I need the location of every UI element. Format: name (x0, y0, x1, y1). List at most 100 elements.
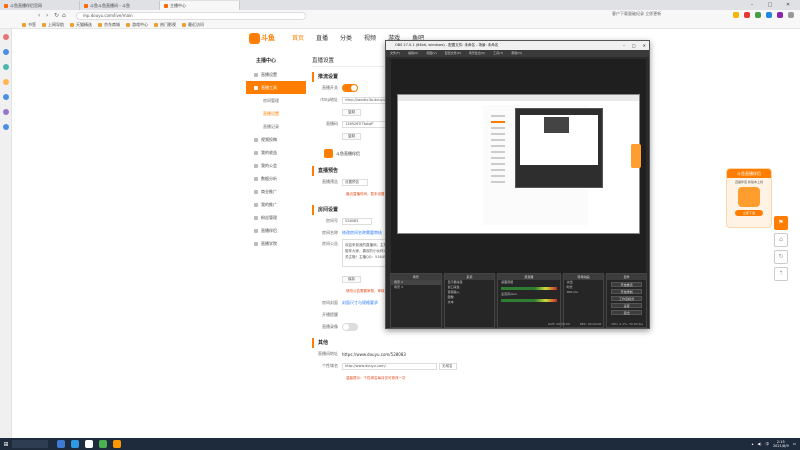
sidebar-item[interactable]: 我的收益 (246, 146, 306, 159)
bookmark[interactable]: 热门影视 (154, 22, 176, 28)
copy-code-button[interactable]: 复制 (342, 132, 361, 140)
app-icon[interactable] (113, 440, 121, 448)
forward-icon[interactable]: › (46, 12, 54, 19)
bookmark-icon (126, 22, 130, 27)
sidebar-item[interactable]: 直播工具 (246, 81, 306, 94)
nav-home[interactable]: 首页 (292, 33, 304, 42)
obs-menu-item[interactable]: 文件(F) (390, 50, 400, 57)
sidebar-item[interactable]: 我的公会 (246, 159, 306, 172)
floating-ad[interactable]: 斗鱼直播伴侣 直播伴侣 新版本上线 立即下载 (726, 168, 772, 228)
menu-icon[interactable] (788, 12, 794, 18)
extension-icon[interactable] (766, 12, 772, 18)
obs-menu-item[interactable]: 编辑(E) (408, 50, 418, 57)
studio-mode-button[interactable]: 工作室模式 (611, 296, 642, 301)
scene-item[interactable]: 场景 3 (391, 285, 441, 290)
start-recording-button[interactable]: 开始录制 (611, 289, 642, 294)
exit-button[interactable]: 退出 (611, 310, 642, 315)
minimize-icon[interactable]: – (623, 41, 625, 50)
rail-icon[interactable] (2, 79, 9, 85)
extension-icon[interactable] (755, 12, 761, 18)
obs-menu-item[interactable]: 配置文件(P) (445, 50, 461, 57)
obs-menu-item[interactable]: 帮助(H) (511, 50, 522, 57)
network-icon[interactable]: ▴ (752, 442, 754, 446)
sidebar-item[interactable]: 视频投稿 (246, 133, 306, 146)
input-lang[interactable]: 中 (765, 442, 769, 447)
preview-button[interactable]: 设置预告 (342, 178, 368, 186)
nav-live[interactable]: 直播 (316, 33, 328, 42)
sidebar-item[interactable]: 商业推广 (246, 185, 306, 198)
browser-icon[interactable] (71, 440, 79, 448)
extension-icon[interactable] (744, 12, 750, 18)
home-icon[interactable]: ⌂ (774, 233, 788, 247)
rail-icon[interactable] (2, 64, 9, 70)
refresh-icon[interactable]: ↻ (774, 250, 788, 264)
taskbar-search[interactable] (12, 440, 48, 448)
record-toggle[interactable] (342, 323, 358, 331)
obs-icon[interactable] (85, 440, 93, 448)
windows-start-icon[interactable]: ⊞ (0, 441, 12, 448)
browser-tab[interactable]: 斗鱼斗鱼直播间 - 斗鱼 (80, 1, 160, 10)
sidebar-item[interactable]: 直播设置 (246, 68, 306, 81)
browser-tab[interactable]: 斗鱼直播伴侣官网 (0, 1, 80, 10)
ad-download-button[interactable]: 立即下载 (735, 210, 763, 216)
obs-menu-item[interactable]: 视图(V) (426, 50, 436, 57)
sidebar-item[interactable]: 数据分析 (246, 172, 306, 185)
sidebar-item[interactable]: 直播记录 (246, 120, 306, 133)
url-input[interactable]: mp.douyu.com/live/main (76, 11, 306, 20)
nav-video[interactable]: 视频 (364, 33, 376, 42)
minimize-icon[interactable]: – (744, 2, 760, 8)
douyu-logo[interactable]: 斗鱼 (249, 32, 275, 44)
settings-button[interactable]: 设置 (611, 303, 642, 308)
bookmark[interactable]: 游戏中心 (126, 22, 148, 28)
rail-icon[interactable] (2, 94, 9, 100)
extension-icon[interactable] (733, 12, 739, 18)
room-name-hint[interactable]: 修改房间名称需要审核 (342, 230, 382, 236)
rail-icon[interactable] (2, 109, 9, 115)
bookmark[interactable]: 上网导航 (42, 22, 64, 28)
save-intro-button[interactable]: 保存 (342, 275, 361, 283)
back-icon[interactable]: ‹ (38, 12, 46, 19)
copy-rtmp-button[interactable]: 复制 (342, 108, 361, 116)
search-hint[interactable]: 客户下载量破纪录 立即更新 (612, 11, 712, 17)
obs-menu-item[interactable]: 场景集合(S) (469, 50, 485, 57)
file-explorer-icon[interactable] (57, 440, 65, 448)
share-url[interactable]: https://www.douyu.com/528083 (342, 352, 406, 357)
bookmark[interactable]: 书签 (22, 22, 36, 28)
reload-icon[interactable]: ↻ (54, 12, 62, 19)
rail-icon[interactable] (2, 124, 9, 130)
bookmark[interactable]: 最近访问 (182, 22, 204, 28)
sidebar-item[interactable]: 我的推广 (246, 198, 306, 211)
duration-value[interactable]: 300 ms (564, 290, 604, 295)
sidebar-item[interactable]: 直播伴侣 (246, 224, 306, 237)
back-to-top-icon[interactable]: ⇡ (774, 267, 788, 281)
feedback-icon[interactable]: ⚑ (774, 216, 788, 230)
obs-preview[interactable] (391, 59, 646, 274)
clock[interactable]: 2:15 2021/8/9 (773, 440, 789, 448)
start-streaming-button[interactable]: 开始推流 (611, 282, 642, 287)
nav-category[interactable]: 分类 (340, 33, 352, 42)
close-icon[interactable]: ✕ (643, 41, 646, 50)
notifications-icon[interactable]: ▭ (793, 442, 796, 446)
live-switch-toggle[interactable] (342, 84, 358, 92)
domain-select[interactable]: 无域名 (439, 362, 457, 370)
sidebar-item[interactable]: 直播设置 (246, 107, 306, 120)
volume-icon[interactable]: ◀) (757, 442, 761, 446)
bookmark[interactable]: 天猫精选 (70, 22, 92, 28)
domain-input[interactable]: http://www.douyu.com/ (342, 362, 437, 370)
sidebar-item[interactable]: 房间管理 (246, 94, 306, 107)
home-icon[interactable]: ⌂ (62, 12, 70, 19)
maximize-icon[interactable]: □ (632, 41, 636, 50)
app-icon[interactable] (99, 440, 107, 448)
rail-icon[interactable] (2, 49, 9, 55)
close-icon[interactable]: ✕ (780, 2, 796, 8)
bookmark[interactable]: 京东商城 (98, 22, 120, 28)
obs-menu-item[interactable]: 工具(T) (493, 50, 503, 57)
sidebar-item[interactable]: 直播学院 (246, 237, 306, 250)
rail-icon[interactable] (2, 34, 9, 40)
sidebar-item[interactable]: 粉丝管理 (246, 211, 306, 224)
browser-tab-active[interactable]: 主播中心 (160, 1, 240, 10)
extension-icon[interactable] (777, 12, 783, 18)
maximize-icon[interactable]: □ (762, 2, 778, 8)
cover-spec-link[interactable]: 封面尺寸与规格要求 (342, 300, 378, 306)
source-item[interactable]: 文本 (445, 300, 495, 305)
